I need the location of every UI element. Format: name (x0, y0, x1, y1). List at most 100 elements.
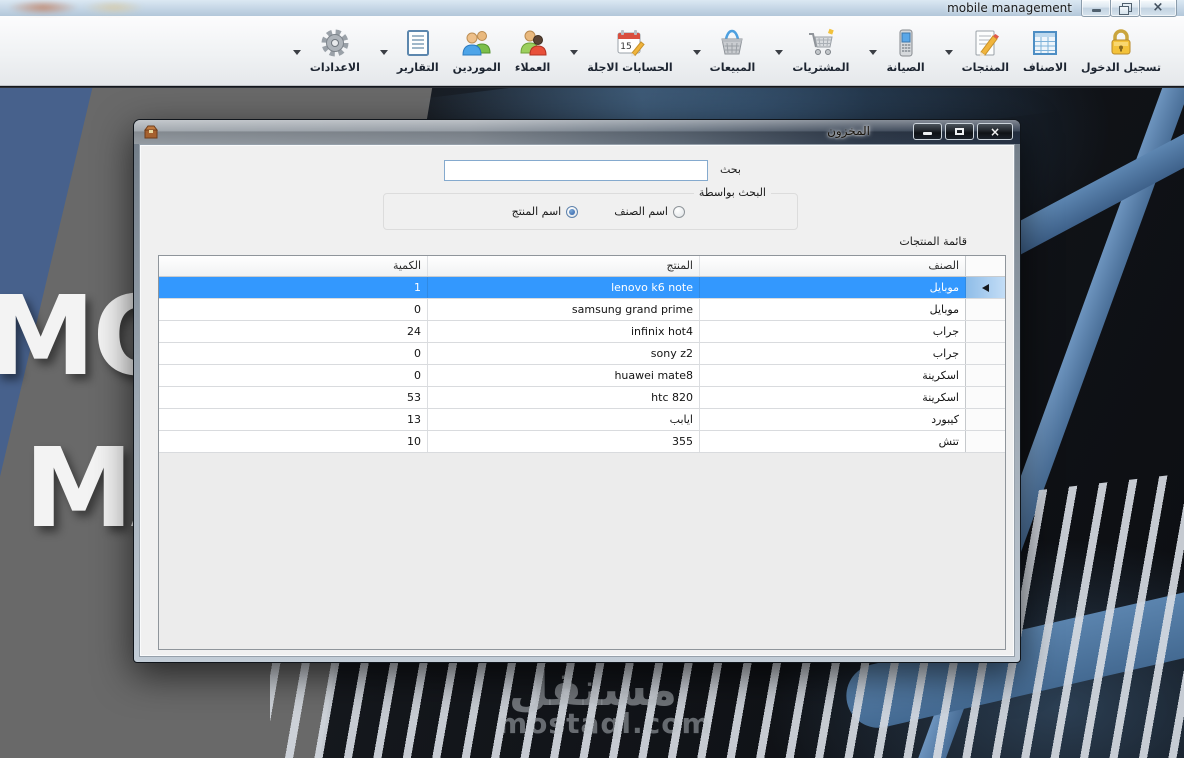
dropdown-arrow-icon[interactable] (379, 50, 388, 55)
toolbar-button[interactable]: التقارير (367, 24, 446, 77)
row-header-cell[interactable] (965, 409, 1005, 430)
quantity-cell[interactable]: 10 (159, 431, 427, 452)
category-cell[interactable]: جراب (699, 343, 965, 364)
category-cell[interactable]: تتش (699, 431, 965, 452)
quantity-cell[interactable]: 0 (159, 343, 427, 364)
category-cell[interactable]: موبايل (699, 299, 965, 320)
restore-button[interactable] (1110, 0, 1140, 17)
dropdown-arrow-icon[interactable] (775, 50, 784, 55)
quantity-cell[interactable]: 13 (159, 409, 427, 430)
calendar-icon: 15 (614, 27, 646, 59)
quantity-cell[interactable]: 0 (159, 365, 427, 386)
category-cell[interactable]: موبايل (699, 277, 965, 298)
mobile-phone-icon (890, 27, 922, 59)
minimize-button[interactable] (913, 123, 942, 140)
inventory-window-titlebar[interactable]: المخزون × (134, 120, 1020, 144)
customers-icon (517, 27, 549, 59)
main-window-controls: × (1081, 0, 1177, 17)
toolbar-button[interactable]: الموردين (446, 24, 508, 77)
grid-column-header[interactable]: الكمية (159, 256, 427, 276)
table-row[interactable]: اسكرينة htc 820 53 (159, 387, 1005, 409)
search-by-radio[interactable]: اسم الصنف (614, 205, 685, 218)
toolbar-button[interactable]: الاعدادات (280, 24, 367, 77)
search-input[interactable] (444, 160, 708, 181)
minimize-button[interactable] (1081, 0, 1111, 17)
close-icon: × (1152, 0, 1164, 15)
grid-column-header[interactable]: المنتج (427, 256, 699, 276)
toolbar-button[interactable]: العملاء (508, 24, 557, 77)
radio-selected-icon[interactable] (566, 205, 579, 218)
toolbar-button[interactable]: المنتجات (932, 24, 1016, 77)
product-cell[interactable]: ايابب (427, 409, 699, 430)
inventory-window: المخزون × بحث البحث بواسطة اسم الصنف اسم … (133, 119, 1021, 663)
table-row[interactable]: موبايل lenovo k6 note 1 (159, 277, 1005, 299)
wallpaper-blob (84, 0, 144, 15)
radio-label: اسم الصنف (614, 205, 668, 218)
toolbar: تسجيل الدخول الاصناف المنتجات الصيانة المشتر… (0, 16, 1184, 86)
toolbar-button[interactable]: الاصناف (1016, 24, 1074, 77)
toolbar-button-label: الحسابات الاجلة (587, 61, 673, 74)
dropdown-arrow-icon[interactable] (944, 50, 953, 55)
row-header-cell[interactable] (965, 431, 1005, 452)
search-by-radio[interactable]: اسم المنتج (512, 205, 579, 218)
edit-document-icon (969, 27, 1001, 59)
category-cell[interactable]: جراب (699, 321, 965, 342)
search-by-groupbox: البحث بواسطة اسم الصنف اسم المنتج (383, 186, 798, 230)
product-cell[interactable]: 355 (427, 431, 699, 452)
inventory-window-client: بحث البحث بواسطة اسم الصنف اسم المنتج قائ… (139, 144, 1015, 657)
table-row[interactable]: موبايل samsung grand prime 0 (159, 299, 1005, 321)
dropdown-arrow-icon[interactable] (292, 50, 301, 55)
table-row[interactable]: جراب infinix hot4 24 (159, 321, 1005, 343)
toolbar-button-content: 15 الحسابات الاجلة (587, 27, 673, 74)
product-list-title: قائمة المنتجات (899, 235, 967, 248)
radio-icon[interactable] (673, 205, 685, 218)
product-cell[interactable]: infinix hot4 (427, 321, 699, 342)
dropdown-arrow-icon[interactable] (692, 50, 701, 55)
category-cell[interactable]: كيبورد (699, 409, 965, 430)
close-button[interactable]: × (977, 123, 1013, 140)
row-header-cell[interactable] (965, 343, 1005, 364)
main-window-title: mobile management (947, 1, 1072, 15)
toolbar-button[interactable]: المبيعات (680, 24, 763, 77)
table-row[interactable]: كيبورد ايابب 13 (159, 409, 1005, 431)
row-header-cell[interactable] (965, 277, 1005, 298)
category-cell[interactable]: اسكرينة (699, 365, 965, 386)
radio-label: اسم المنتج (511, 205, 562, 218)
current-row-arrow-icon (982, 283, 989, 292)
product-cell[interactable]: lenovo k6 note (427, 277, 699, 298)
row-header-cell[interactable] (965, 365, 1005, 386)
toolbar-button[interactable]: الصيانة (856, 24, 931, 77)
product-cell[interactable]: samsung grand prime (427, 299, 699, 320)
dropdown-arrow-icon[interactable] (570, 50, 579, 55)
table-row[interactable]: تتش 355 10 (159, 431, 1005, 453)
product-cell[interactable]: htc 820 (427, 387, 699, 408)
product-cell[interactable]: sony z2 (427, 343, 699, 364)
svg-text:15: 15 (620, 42, 631, 52)
maximize-icon (955, 128, 964, 135)
quantity-cell[interactable]: 1 (159, 277, 427, 298)
toolbar-button[interactable]: 15 الحسابات الاجلة (557, 24, 679, 77)
quantity-cell[interactable]: 24 (159, 321, 427, 342)
toolbar-button[interactable]: تسجيل الدخول (1074, 24, 1168, 77)
grid-column-header[interactable]: الصنف (699, 256, 965, 276)
row-header-cell[interactable] (965, 387, 1005, 408)
basket-icon (716, 27, 748, 59)
category-cell[interactable]: اسكرينة (699, 387, 965, 408)
close-button[interactable]: × (1139, 0, 1177, 17)
toolbar-button-label: المبيعات (709, 61, 756, 74)
shopping-cart-icon (805, 27, 837, 59)
toolbar-button-label: تسجيل الدخول (1080, 61, 1161, 74)
report-icon (402, 27, 434, 59)
product-cell[interactable]: huawei mate8 (427, 365, 699, 386)
dropdown-arrow-icon[interactable] (869, 50, 878, 55)
toolbar-button[interactable]: المشتريات (762, 24, 856, 77)
toolbar-button-content: الموردين (453, 27, 501, 74)
table-row[interactable]: جراب sony z2 0 (159, 343, 1005, 365)
row-header-cell[interactable] (965, 299, 1005, 320)
quantity-cell[interactable]: 0 (159, 299, 427, 320)
row-header-cell[interactable] (965, 321, 1005, 342)
quantity-cell[interactable]: 53 (159, 387, 427, 408)
table-row[interactable]: اسكرينة huawei mate8 0 (159, 365, 1005, 387)
maximize-button[interactable] (945, 123, 974, 140)
toolbar-button-content: المنتجات (962, 27, 1009, 74)
